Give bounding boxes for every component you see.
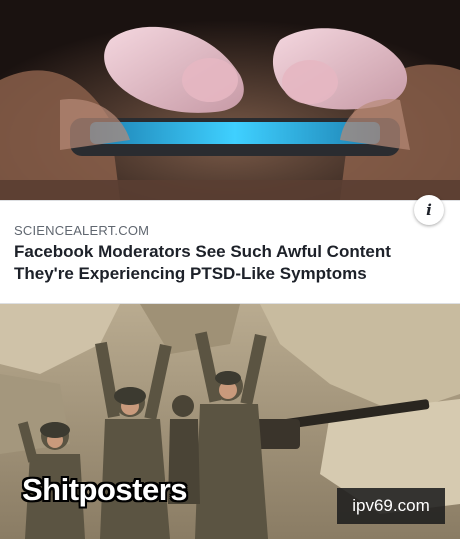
site-watermark: ipv69.com: [337, 488, 445, 524]
link-domain: SCIENCEALERT.COM: [14, 223, 150, 238]
cheering-soldiers-photo: Shitposters ipv69.com: [0, 304, 460, 539]
phone-thumbs-photo: [0, 0, 460, 200]
info-icon[interactable]: i: [414, 195, 444, 225]
phone-thumbs-illustration: [0, 0, 460, 200]
link-headline[interactable]: Facebook Moderators See Such Awful Conte…: [14, 241, 444, 285]
headline-line-1: Facebook Moderators See Such Awful Conte…: [14, 242, 391, 261]
link-preview-card[interactable]: i SCIENCEALERT.COM Facebook Moderators S…: [0, 195, 460, 304]
meme-caption: Shitposters: [22, 472, 188, 507]
headline-line-2: They're Experiencing PTSD-Like Symptoms: [14, 264, 367, 283]
